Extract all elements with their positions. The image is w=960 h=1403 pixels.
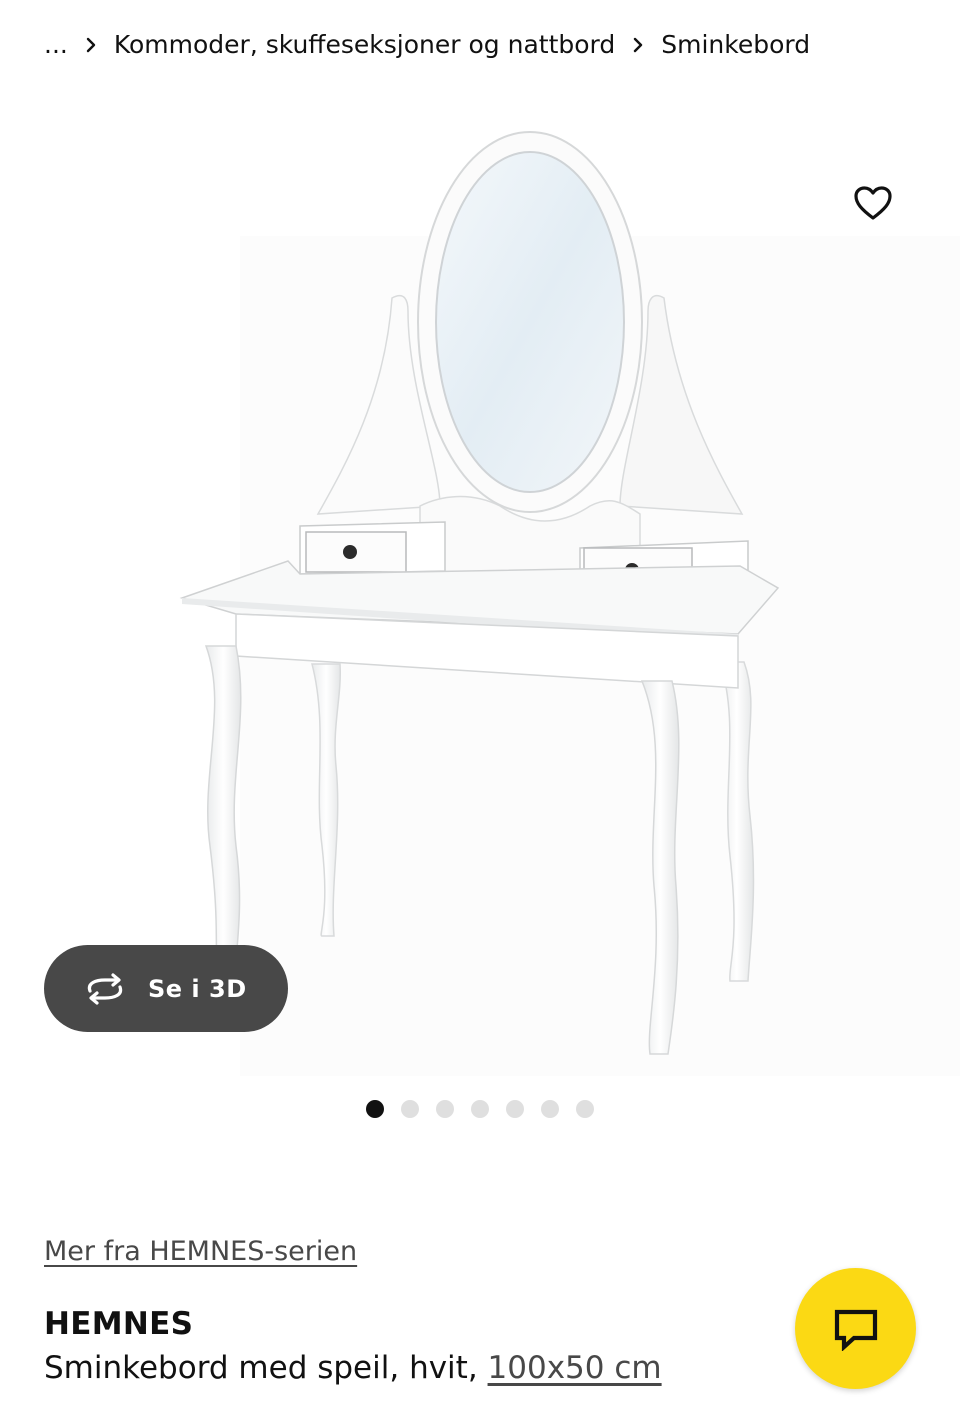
breadcrumb-item-sminkebord[interactable]: Sminkebord (661, 30, 810, 59)
series-link[interactable]: Mer fra HEMNES-serien (44, 1236, 357, 1267)
product-description: Sminkebord med speil, hvit, 100x50 cm (44, 1350, 662, 1386)
carousel-dot-1[interactable] (366, 1100, 384, 1118)
carousel-dots (0, 1100, 960, 1122)
product-description-text: Sminkebord med speil, hvit, (44, 1350, 488, 1386)
carousel-dot-7[interactable] (576, 1100, 594, 1118)
breadcrumb-item-kommoder[interactable]: Kommoder, skuffeseksjoner og nattbord (114, 30, 615, 59)
favorite-button[interactable] (846, 176, 900, 230)
breadcrumb-ellipsis[interactable]: ... (44, 30, 68, 59)
carousel-dot-6[interactable] (541, 1100, 559, 1118)
product-image (179, 131, 960, 1076)
carousel-dot-5[interactable] (506, 1100, 524, 1118)
product-size-link[interactable]: 100x50 cm (488, 1350, 662, 1386)
chevron-right-icon (615, 30, 661, 58)
view-3d-button[interactable]: Se i 3D (44, 945, 288, 1032)
chat-button[interactable] (795, 1268, 916, 1389)
carousel-dot-3[interactable] (436, 1100, 454, 1118)
chevron-right-icon (68, 30, 114, 58)
heart-outline-icon (854, 186, 892, 220)
product-image-gallery[interactable] (0, 86, 960, 1086)
carousel-dot-4[interactable] (471, 1100, 489, 1118)
chat-bubble-icon (834, 1309, 877, 1351)
product-name: HEMNES (44, 1306, 194, 1342)
carousel-dot-2[interactable] (401, 1100, 419, 1118)
view-3d-label: Se i 3D (148, 974, 247, 1003)
rotate-3d-icon (87, 972, 123, 1005)
breadcrumb: ... Kommoder, skuffeseksjoner og nattbor… (44, 22, 810, 66)
product-page: ... Kommoder, skuffeseksjoner og nattbor… (0, 0, 960, 1403)
